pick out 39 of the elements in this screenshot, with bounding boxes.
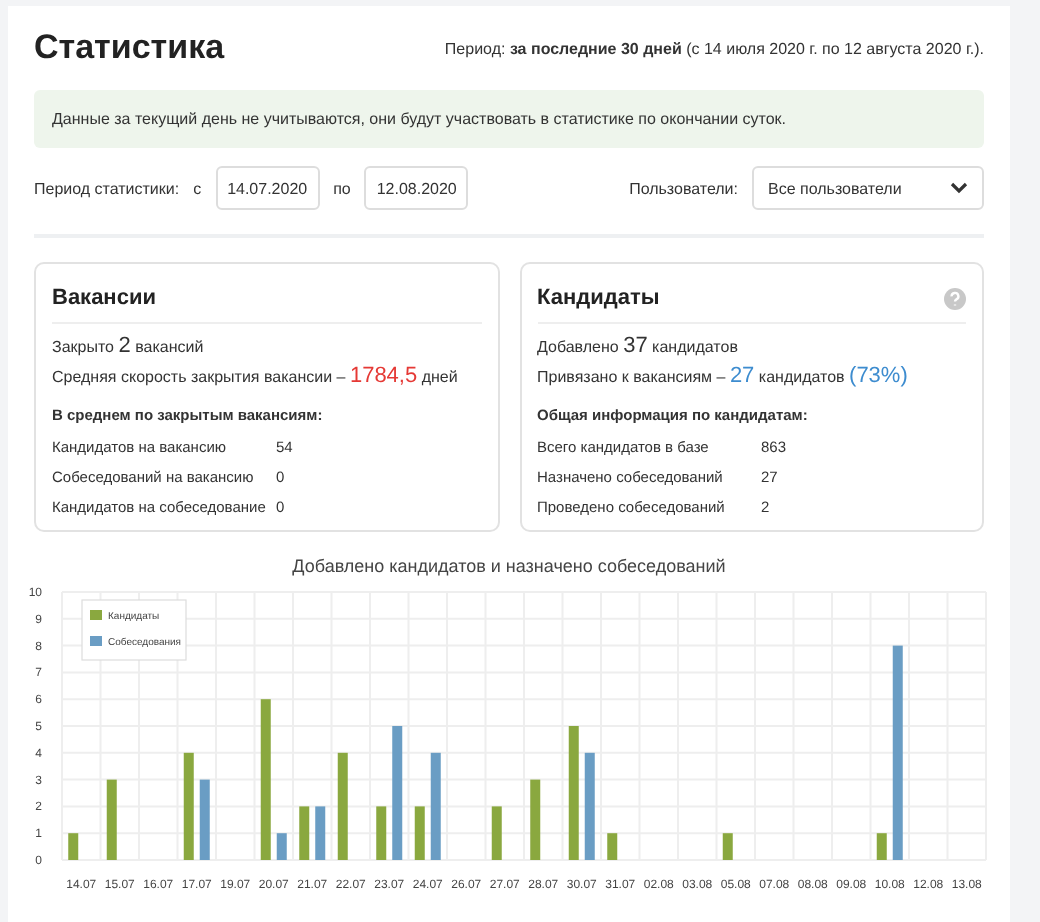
chart-bar xyxy=(392,726,403,860)
date-field[interactable]: 12.08.2020 xyxy=(364,166,469,210)
chart-bar xyxy=(106,779,117,860)
card-title: Кандидаты xyxy=(537,286,660,310)
chart-bar xyxy=(414,806,425,860)
chart-bar xyxy=(376,806,387,860)
filter-label: Период статистики: xyxy=(34,179,180,197)
chart-bar xyxy=(68,833,79,860)
chart-bar xyxy=(430,752,441,860)
chart-bar xyxy=(584,752,595,860)
closed-text: Закрыто 2 вакансий xyxy=(52,334,206,358)
legend-box xyxy=(81,599,187,661)
help-icon[interactable] xyxy=(944,287,966,309)
from-label: с xyxy=(193,179,202,197)
linked-text: Привязано к вакансиям – 27 кандидатов (73%) xyxy=(537,364,910,388)
chart-bar xyxy=(183,752,194,860)
chart-bar xyxy=(315,806,326,860)
chart-bar xyxy=(568,726,579,860)
to-label: по xyxy=(333,179,351,197)
users-label: Пользователи: xyxy=(629,179,738,197)
chevron-icon xyxy=(950,182,968,194)
chart-bar xyxy=(337,752,348,860)
chart-bar xyxy=(530,779,541,860)
card-title: Вакансии xyxy=(52,286,156,310)
date-field[interactable]: 14.07.2020 xyxy=(215,166,320,210)
chart-bar xyxy=(607,833,618,860)
speed-text: Средняя скорость закрытия вакансии – 1784,5 дней xyxy=(52,364,460,388)
chart-bar xyxy=(876,833,887,860)
chart-bar xyxy=(722,833,733,860)
chart-bar xyxy=(199,779,210,860)
page-title: Статистика xyxy=(34,28,225,68)
period-text: Период: за последние 30 дней (с 14 июля 2020 г. по 12 августа 2020 г.). xyxy=(444,39,984,57)
chart-bar xyxy=(276,833,287,860)
chart-bar xyxy=(299,806,310,860)
added-text: Добавлено 37 кандидатов xyxy=(537,334,740,358)
info-notice: Данные за текущий день не учитываются, они будут участвовать в статистике по окончании суток. xyxy=(34,90,984,148)
chart-bar xyxy=(491,806,502,860)
users-dropdown[interactable]: Все пользователи xyxy=(752,166,984,210)
chart-title: Добавлено кандидатов и назначено собеседований xyxy=(290,556,728,576)
